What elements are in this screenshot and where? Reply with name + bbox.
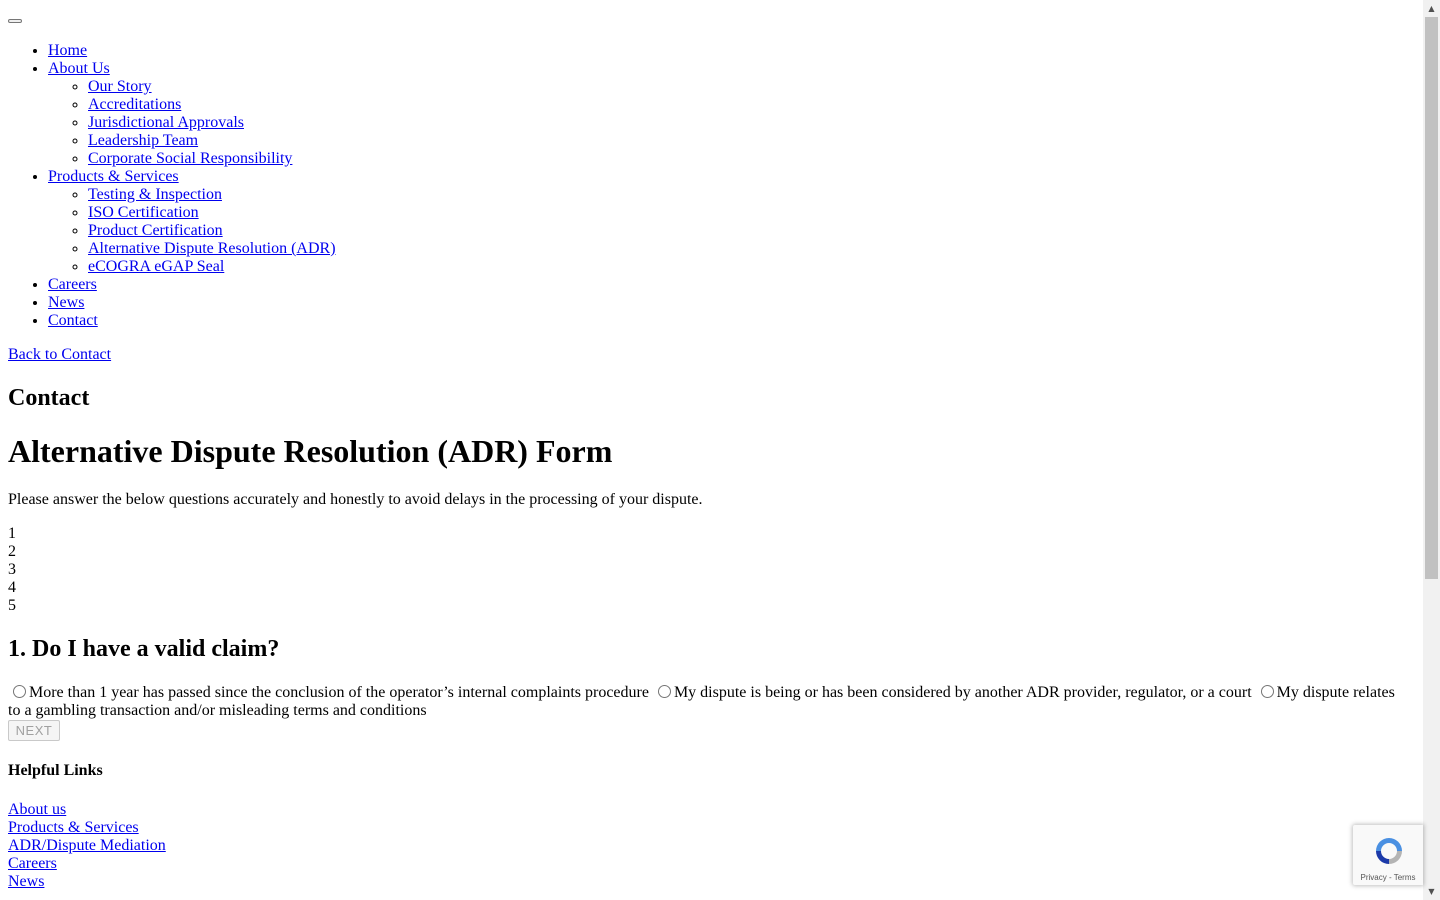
submenu-item: eCOGRA eGAP Seal xyxy=(88,258,336,276)
nav-link-news[interactable]: News xyxy=(48,294,84,311)
nav-link-products-services[interactable]: Products & Services xyxy=(48,168,179,185)
submenu-item: Corporate Social Responsibility xyxy=(88,150,336,168)
section-heading: Contact xyxy=(8,385,90,411)
step-number[interactable]: 1 xyxy=(8,525,16,543)
nav-link-egap-seal[interactable]: eCOGRA eGAP Seal xyxy=(88,258,224,275)
submenu-item: Leadership Team xyxy=(88,132,336,150)
nav-link-adr[interactable]: Alternative Dispute Resolution (ADR) xyxy=(88,240,336,257)
step-number[interactable]: 5 xyxy=(8,597,16,615)
option-radio-3[interactable] xyxy=(1260,685,1274,698)
nav-link-careers[interactable]: Careers xyxy=(48,276,97,293)
footer-link-careers[interactable]: Careers xyxy=(8,855,166,873)
nav-link-corporate-social-responsibility[interactable]: Corporate Social Responsibility xyxy=(88,150,292,167)
step-number[interactable]: 2 xyxy=(8,543,16,561)
nav-link-testing-inspection[interactable]: Testing & Inspection xyxy=(88,186,222,203)
nav-link-our-story[interactable]: Our Story xyxy=(88,78,152,95)
page-title: Alternative Dispute Resolution (ADR) For… xyxy=(8,433,613,469)
option-radio-1[interactable] xyxy=(13,685,26,698)
about-us-submenu: Our Story Accreditations Jurisdictional … xyxy=(48,78,336,168)
step-number[interactable]: 4 xyxy=(8,579,16,597)
nav-link-accreditations[interactable]: Accreditations xyxy=(88,96,181,113)
recaptcha-terms-link[interactable]: Privacy - Terms xyxy=(1353,873,1423,882)
products-services-submenu: Testing & Inspection ISO Certification P… xyxy=(48,186,336,276)
nav-link-iso-certification[interactable]: ISO Certification xyxy=(88,204,199,221)
scroll-up-arrow-icon[interactable]: ▲ xyxy=(1423,0,1440,17)
nav-link-contact[interactable]: Contact xyxy=(48,312,98,329)
submenu-item: Product Certification xyxy=(88,222,336,240)
footer-link-products-services[interactable]: Products & Services xyxy=(8,819,166,837)
scroll-down-arrow-icon[interactable]: ▼ xyxy=(1423,883,1440,900)
footer-link-news[interactable]: News xyxy=(8,873,166,891)
submenu-item: Testing & Inspection xyxy=(88,186,336,204)
next-button[interactable]: NEXT xyxy=(8,720,60,741)
menu-toggle-button[interactable] xyxy=(8,19,22,23)
nav-link-about-us[interactable]: About Us xyxy=(48,60,110,77)
footer-link-about-us[interactable]: About us xyxy=(8,801,166,819)
nav-item-news: News xyxy=(48,294,336,312)
submenu-item: ISO Certification xyxy=(88,204,336,222)
submenu-item: Alternative Dispute Resolution (ADR) xyxy=(88,240,336,258)
helpful-links-heading: Helpful Links xyxy=(8,762,103,779)
back-to-contact-link[interactable]: Back to Contact xyxy=(8,346,111,364)
submenu-item: Accreditations xyxy=(88,96,336,114)
recaptcha-badge[interactable]: Privacy - Terms xyxy=(1353,825,1423,885)
step-number[interactable]: 3 xyxy=(8,561,16,579)
option-label-2: My dispute is being or has been consider… xyxy=(673,684,1252,701)
main-navigation: Home About Us Our Story Accreditations J… xyxy=(8,42,336,330)
submenu-item: Jurisdictional Approvals xyxy=(88,114,336,132)
recaptcha-icon xyxy=(1376,838,1402,864)
nav-link-product-certification[interactable]: Product Certification xyxy=(88,222,223,239)
question-heading: 1. Do I have a valid claim? xyxy=(8,636,280,662)
nav-link-leadership-team[interactable]: Leadership Team xyxy=(88,132,198,149)
option-label-1: More than 1 year has passed since the co… xyxy=(29,684,649,701)
nav-item-about-us: About Us Our Story Accreditations Jurisd… xyxy=(48,60,336,168)
option-radio-2[interactable] xyxy=(657,685,671,698)
vertical-scrollbar[interactable]: ▲ ▼ xyxy=(1423,0,1440,900)
nav-link-jurisdictional-approvals[interactable]: Jurisdictional Approvals xyxy=(88,114,244,131)
nav-item-home: Home xyxy=(48,42,336,60)
nav-item-contact: Contact xyxy=(48,312,336,330)
nav-item-products-services: Products & Services Testing & Inspection… xyxy=(48,168,336,276)
submenu-item: Our Story xyxy=(88,78,336,96)
nav-item-careers: Careers xyxy=(48,276,336,294)
step-indicator: 1 2 3 4 5 xyxy=(8,525,16,615)
footer-links: About us Products & Services ADR/Dispute… xyxy=(8,801,166,891)
scrollbar-thumb[interactable] xyxy=(1425,17,1438,579)
form-intro-text: Please answer the below questions accura… xyxy=(8,491,703,508)
claim-options: More than 1 year has passed since the co… xyxy=(8,684,1408,720)
footer-link-adr-dispute-mediation[interactable]: ADR/Dispute Mediation xyxy=(8,837,166,855)
nav-link-home[interactable]: Home xyxy=(48,42,87,59)
